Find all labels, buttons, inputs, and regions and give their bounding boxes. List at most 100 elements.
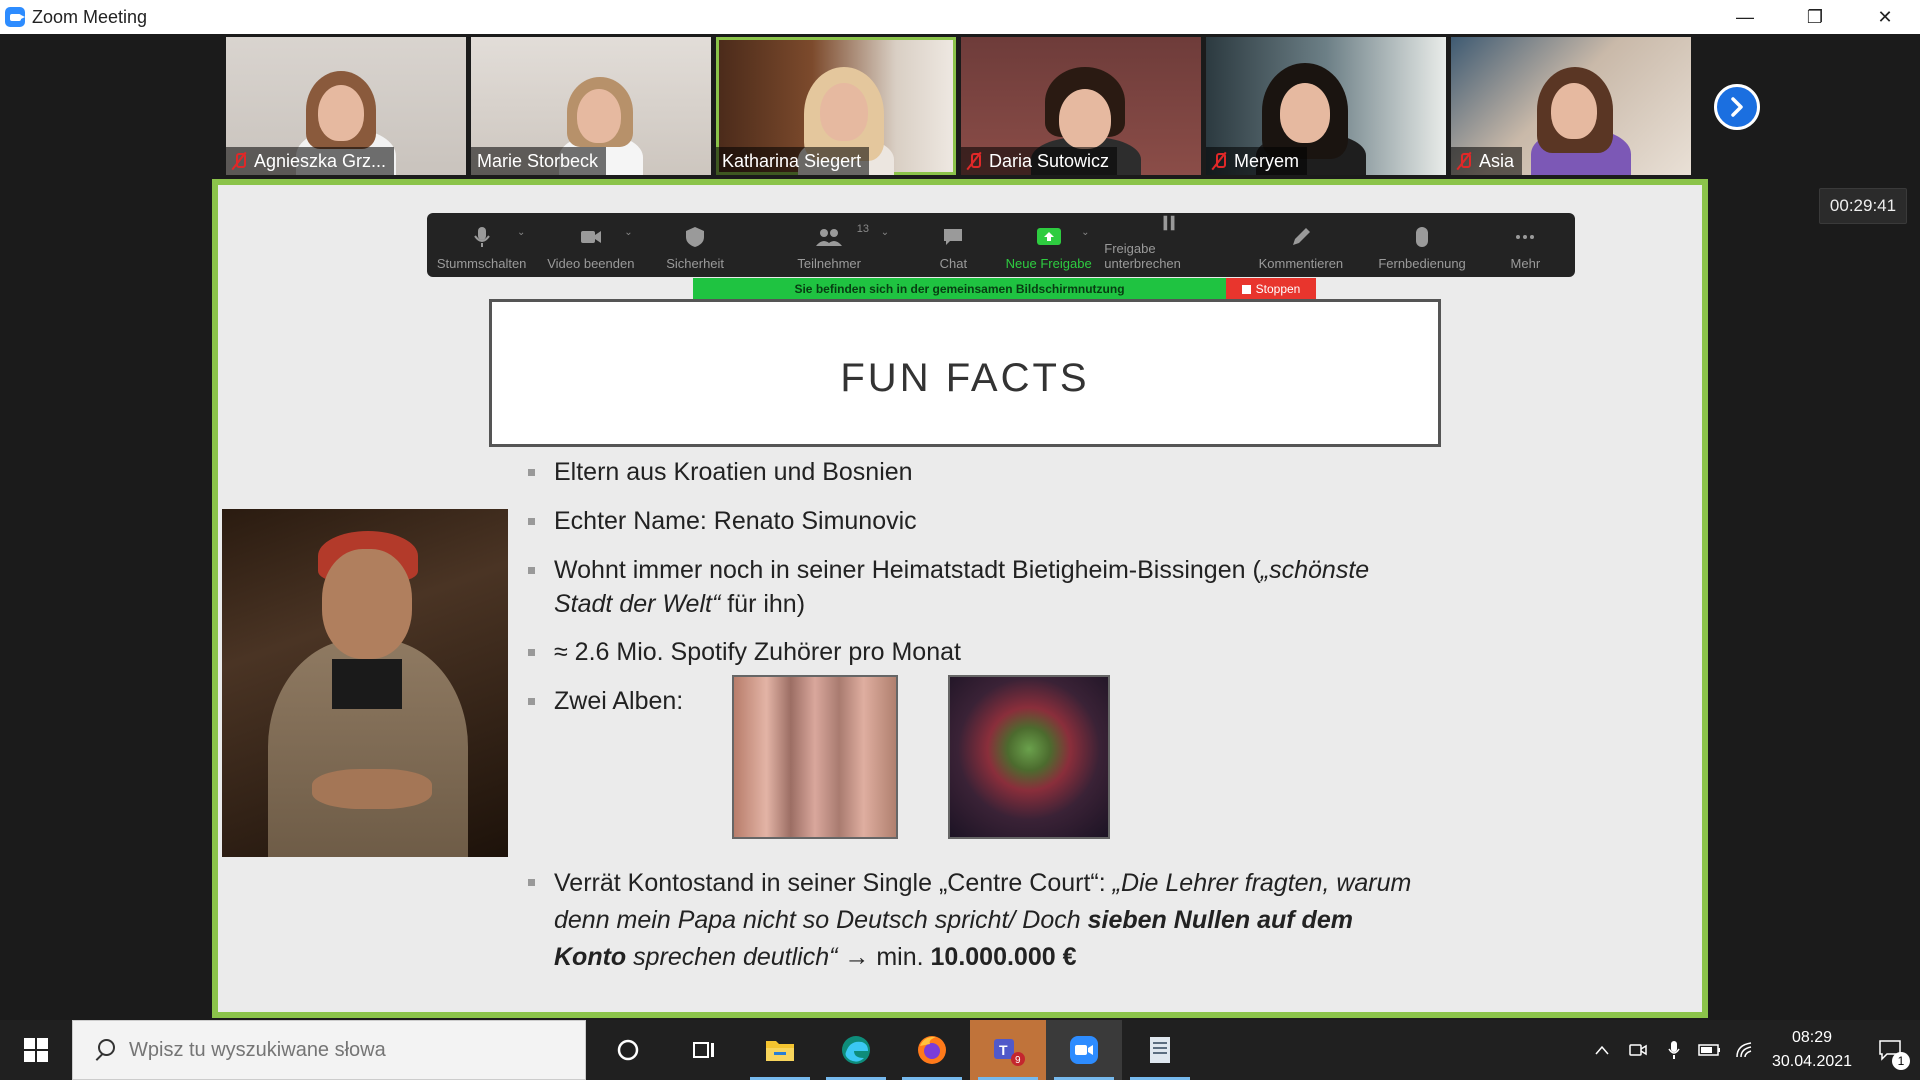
chat-button[interactable]: Chat — [914, 213, 993, 277]
bullet-item: Wohnt immer noch in seiner Heimatstadt B… — [528, 553, 1388, 621]
firefox-icon — [918, 1036, 946, 1064]
task-view-button[interactable] — [666, 1020, 742, 1080]
notification-count: 1 — [1892, 1052, 1910, 1070]
system-tray: 08:29 30.04.2021 1 — [1584, 1020, 1920, 1080]
teams-icon: T9 — [994, 1039, 1025, 1066]
stop-share-label: Stoppen — [1255, 282, 1301, 296]
participant-name-bar: Daria Sutowicz — [961, 147, 1118, 175]
video-camera-icon — [580, 231, 601, 243]
search-icon — [93, 1039, 115, 1061]
cortana-button[interactable] — [590, 1020, 666, 1080]
clock-time: 08:29 — [1791, 1029, 1833, 1046]
mic-muted-icon — [1212, 152, 1226, 170]
microphone-tray-icon — [1668, 1041, 1680, 1059]
search-input[interactable] — [129, 1038, 529, 1062]
new-share-button[interactable]: ⌄ Neue Freigabe — [993, 213, 1104, 277]
meeting-timer: 00:29:41 — [1819, 188, 1907, 224]
more-button[interactable]: Mehr — [1476, 213, 1575, 277]
stop-video-button[interactable]: ⌄ Video beenden — [536, 213, 645, 277]
minimize-button[interactable]: — — [1710, 0, 1780, 34]
participant-name: Asia — [1479, 150, 1515, 171]
security-button[interactable]: Sicherheit — [645, 213, 744, 277]
clock[interactable]: 08:29 30.04.2021 — [1764, 1026, 1860, 1074]
notifications-button[interactable]: 1 — [1860, 1020, 1920, 1080]
restore-button[interactable]: ❐ — [1780, 0, 1850, 34]
title-bar: Zoom Meeting — ❐ ✕ — [0, 0, 1920, 34]
album-cover-2 — [948, 675, 1110, 839]
participants-count: 13 — [856, 223, 870, 235]
mute-label: Stummschalten — [436, 256, 527, 271]
taskbar-edge[interactable] — [818, 1020, 894, 1080]
stop-share-button[interactable]: Stoppen — [1226, 278, 1316, 300]
edge-icon — [842, 1036, 870, 1064]
pause-share-button[interactable]: Freigabe unterbrechen — [1104, 213, 1233, 277]
bullet-text: ≈ 2.6 Mio. Spotify Zuhörer pro Monat — [554, 638, 961, 666]
participant-name-bar: Asia — [1451, 147, 1523, 175]
stop-icon — [1241, 284, 1251, 294]
artist-photo — [222, 509, 508, 857]
chevron-down-icon[interactable]: ⌄ — [624, 227, 632, 238]
shared-screen: ⌄ Stummschalten ⌄ Video beenden Sicherhe… — [212, 179, 1708, 1018]
taskbar: T9 08:29 30.04.2021 1 — [0, 1020, 1920, 1080]
bullet-text: Eltern aus Kroatien und Bosnien — [554, 458, 913, 486]
bullet-item: Eltern aus Kroatien und Bosnien — [528, 455, 913, 489]
shield-icon — [686, 227, 705, 247]
share-status-text: Sie befinden sich in der gemeinsamen Bil… — [794, 282, 1125, 296]
zoom-icon — [5, 7, 25, 27]
participant-tile[interactable]: Meryem — [1206, 37, 1446, 175]
microphone-tray-button[interactable] — [1656, 1020, 1692, 1080]
participant-tile[interactable]: Agnieszka Grz... — [226, 37, 466, 175]
pencil-icon — [1292, 228, 1310, 245]
participant-name-bar: Agnieszka Grz... — [226, 147, 395, 175]
participant-tile[interactable]: Daria Sutowicz — [961, 37, 1201, 175]
battery-button[interactable] — [1692, 1020, 1728, 1080]
participant-name: Marie Storbeck — [477, 150, 599, 171]
chevron-down-icon[interactable]: ⌄ — [517, 227, 525, 238]
bullet-item: Verrät Kontostand in seiner Single „Cent… — [528, 865, 1428, 976]
participants-button[interactable]: 13 ⌄ Teilnehmer — [745, 213, 914, 277]
bullet-text: Wohnt immer noch in seiner Heimatstadt B… — [554, 556, 1370, 618]
wifi-button[interactable] — [1728, 1020, 1764, 1080]
participant-tile[interactable]: Asia — [1451, 37, 1691, 175]
close-button[interactable]: ✕ — [1850, 0, 1920, 34]
taskbar-teams[interactable]: T9 — [970, 1020, 1046, 1080]
share-toolbar: ⌄ Stummschalten ⌄ Video beenden Sicherhe… — [427, 213, 1575, 277]
mute-button[interactable]: ⌄ Stummschalten — [427, 213, 536, 277]
annotate-button[interactable]: Kommentieren — [1233, 213, 1368, 277]
chevron-down-icon[interactable]: ⌄ — [1081, 227, 1089, 238]
cortana-icon — [617, 1039, 639, 1061]
taskbar-file-explorer[interactable] — [742, 1020, 818, 1080]
taskbar-document-app[interactable] — [1122, 1020, 1198, 1080]
more-icon — [1516, 235, 1535, 239]
video-label: Video beenden — [547, 256, 635, 271]
zoom-app-icon — [1070, 1036, 1098, 1064]
bullet-item: Echter Name: Renato Simunovic — [528, 504, 917, 538]
taskbar-firefox[interactable] — [894, 1020, 970, 1080]
remote-control-button[interactable]: Fernbedienung — [1368, 213, 1475, 277]
participant-tile-active[interactable]: Katharina Siegert — [716, 37, 956, 175]
more-label: Mehr — [1510, 256, 1541, 271]
windows-start-button[interactable] — [0, 1020, 72, 1080]
participant-name: Daria Sutowicz — [989, 150, 1110, 171]
participants-icon — [816, 229, 843, 246]
chevron-down-icon[interactable]: ⌄ — [881, 227, 889, 238]
participant-name-bar: Meryem — [1206, 147, 1308, 175]
participant-name: Meryem — [1234, 150, 1300, 171]
taskbar-search[interactable] — [72, 1020, 586, 1080]
new-share-label: Neue Freigabe — [1005, 256, 1092, 271]
window-controls: — ❐ ✕ — [1710, 0, 1920, 34]
next-page-button[interactable] — [1714, 84, 1760, 130]
chevron-up-icon — [1595, 1045, 1609, 1055]
show-hidden-icons-button[interactable] — [1584, 1020, 1620, 1080]
chevron-right-icon — [1731, 97, 1743, 117]
mouse-icon — [1416, 227, 1429, 247]
teams-badge: 9 — [1015, 1055, 1021, 1066]
share-status-banner: Sie befinden sich in der gemeinsamen Bil… — [693, 278, 1226, 300]
participant-strip: Agnieszka Grz... Marie Storbeck Katharin… — [226, 37, 1691, 175]
remote-control-label: Fernbedienung — [1378, 256, 1466, 271]
participant-name: Agnieszka Grz... — [254, 150, 387, 171]
participant-tile[interactable]: Marie Storbeck — [471, 37, 711, 175]
taskbar-zoom[interactable] — [1046, 1020, 1122, 1080]
pause-share-label: Freigabe unterbrechen — [1104, 241, 1181, 271]
meet-now-button[interactable] — [1620, 1020, 1656, 1080]
